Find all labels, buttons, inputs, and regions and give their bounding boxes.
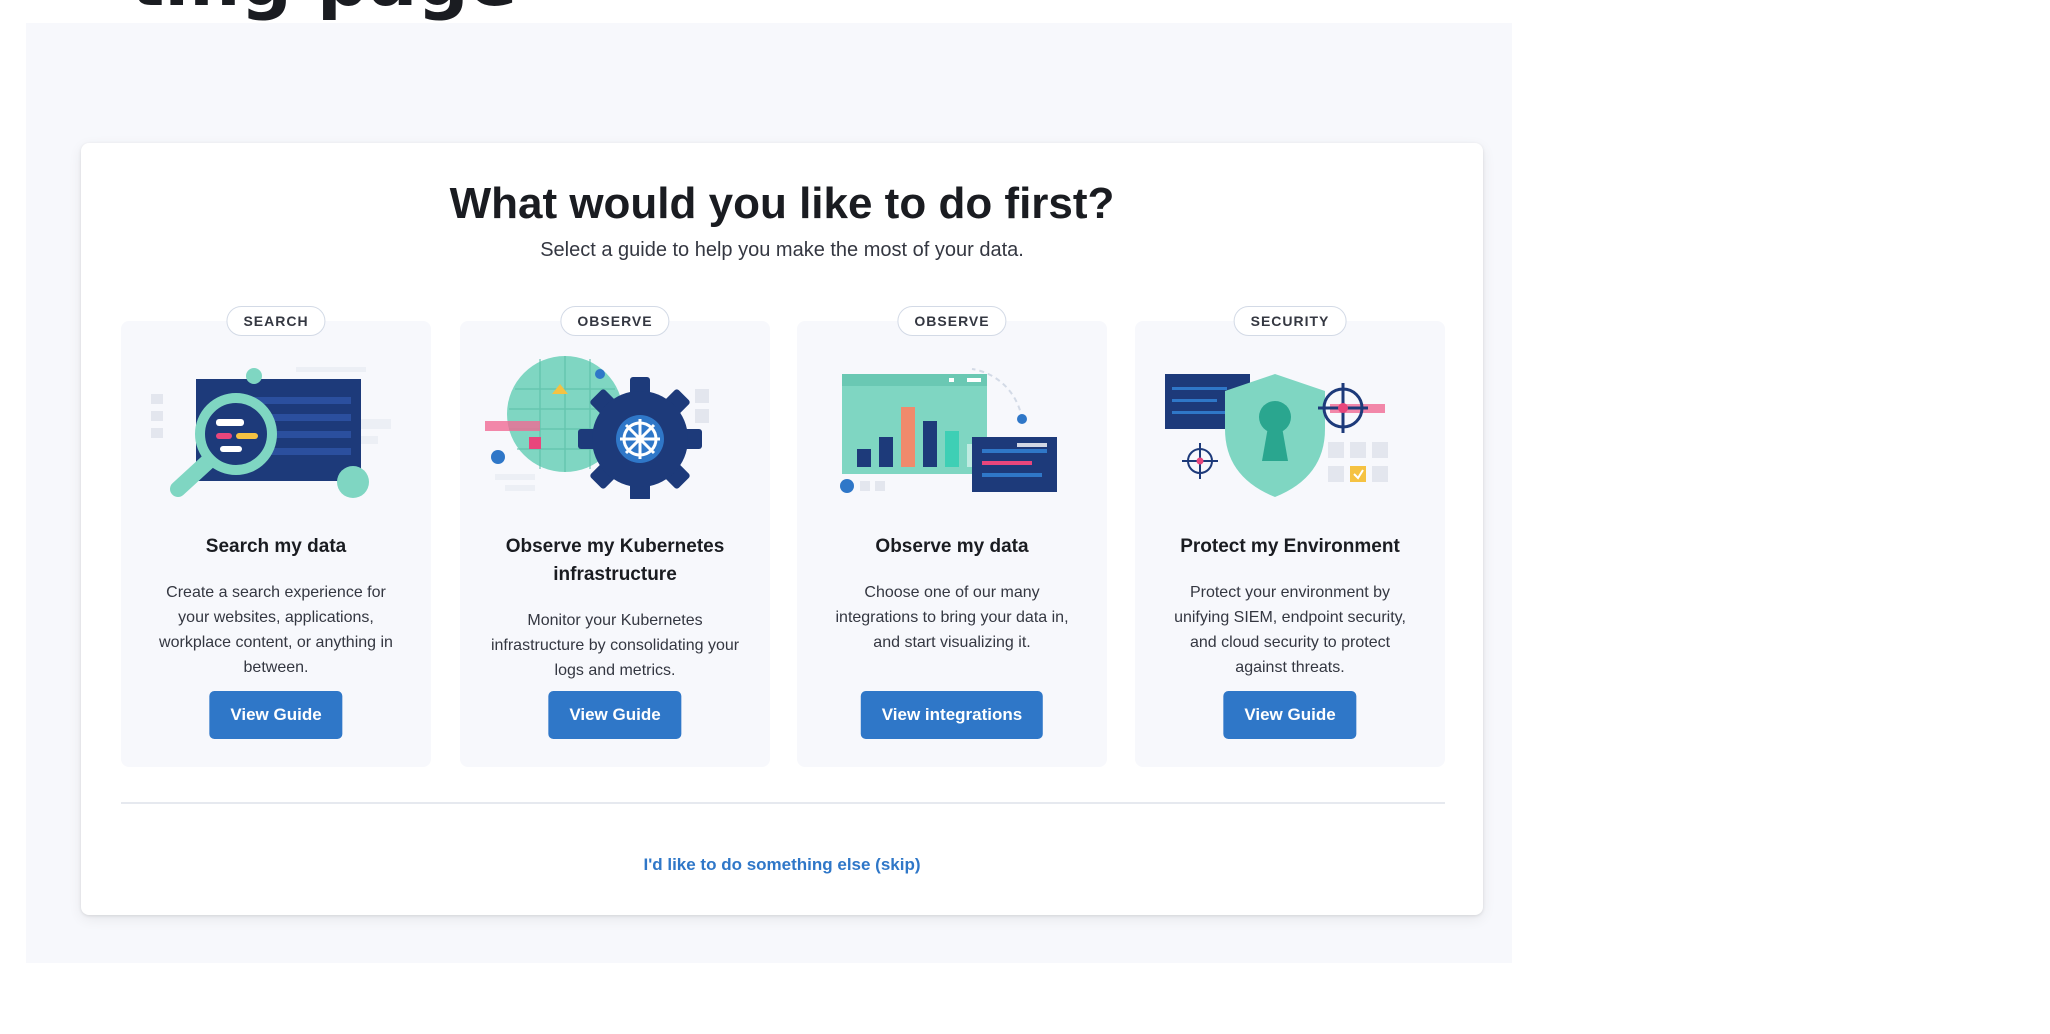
category-badge: SECURITY bbox=[1233, 306, 1347, 336]
view-guide-button-search[interactable]: View Guide bbox=[209, 691, 343, 739]
category-badge: OBSERVE bbox=[560, 306, 670, 336]
integrations-illustration bbox=[822, 339, 1082, 499]
view-guide-button-kubernetes[interactable]: View Guide bbox=[548, 691, 682, 739]
category-badge: OBSERVE bbox=[897, 306, 1007, 336]
security-illustration bbox=[1160, 339, 1420, 499]
skip-link[interactable]: I'd like to do something else (skip) bbox=[81, 855, 1483, 875]
page-heading-cutoff: ting page bbox=[130, 0, 517, 22]
card-title: Search my data bbox=[205, 536, 347, 557]
category-badge: SEARCH bbox=[226, 306, 326, 336]
guide-card-kubernetes: OBSERVE Observe my Kubernetes infrastruc… bbox=[460, 306, 770, 767]
magnifier-icon bbox=[151, 367, 391, 498]
guide-selection-panel: What would you like to do first? Select … bbox=[81, 143, 1483, 915]
kubernetes-wheel-icon bbox=[485, 356, 709, 501]
search-illustration bbox=[146, 339, 406, 499]
page-subtitle: Select a guide to help you make the most… bbox=[540, 239, 1024, 261]
card-title: Observe my Kubernetes infrastructure bbox=[505, 536, 725, 585]
card-description: Choose one of our many integrations to b… bbox=[835, 584, 1069, 651]
card-description: Monitor your Kubernetes infrastructure b… bbox=[490, 612, 740, 679]
guide-card-search: SEARCH Search my data Create a search ex… bbox=[121, 306, 431, 767]
shield-keyhole-icon bbox=[1165, 374, 1388, 497]
page-frame: What would you like to do first? Select … bbox=[26, 23, 1512, 963]
view-guide-button-security[interactable]: View Guide bbox=[1223, 691, 1357, 739]
page-title: What would you like to do first? bbox=[449, 179, 1115, 228]
card-title: Observe my data bbox=[875, 536, 1029, 557]
card-description: Protect your environment by unifying SIE… bbox=[1174, 584, 1406, 676]
guide-card-security: SECURITY Protect my Environment Protect … bbox=[1135, 306, 1445, 767]
divider bbox=[121, 802, 1445, 804]
view-integrations-button[interactable]: View integrations bbox=[860, 691, 1044, 739]
card-title: Protect my Environment bbox=[1180, 536, 1400, 557]
guide-card-observe: OBSERVE Observe my data Choose one of ou… bbox=[797, 306, 1107, 767]
bar-chart-icon bbox=[840, 368, 1057, 493]
kubernetes-illustration bbox=[485, 339, 745, 501]
card-description: Create a search experience for your webs… bbox=[159, 584, 393, 676]
